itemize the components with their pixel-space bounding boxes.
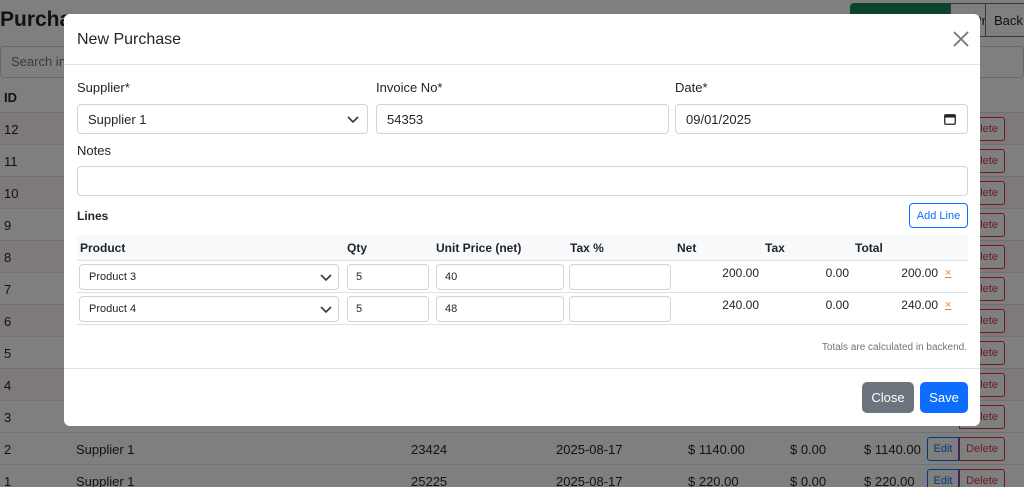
date-input-value: 09/01/2025 <box>686 112 752 127</box>
notes-input[interactable] <box>77 166 968 196</box>
unit-price-input[interactable]: 40 <box>436 264 564 290</box>
col-net: Net <box>677 241 697 255</box>
chevron-down-icon <box>320 306 332 314</box>
line-net: 200.00 <box>722 266 759 280</box>
supplier-select[interactable]: Supplier 1 <box>77 104 368 134</box>
line-tax: 0.00 <box>825 298 849 312</box>
line-tax: 0.00 <box>825 266 849 280</box>
remove-line-icon[interactable]: × <box>945 299 951 311</box>
notes-label: Notes <box>77 143 111 158</box>
invoice-input[interactable]: 54353 <box>376 104 669 134</box>
line-total: 200.00 <box>901 266 938 280</box>
col-total: Total <box>855 241 883 255</box>
product-select-value: Product 3 <box>89 271 137 283</box>
line-row: Product 4 5 48 240.00 0.00 240.00 × <box>77 293 968 325</box>
chevron-down-icon <box>320 274 332 282</box>
line-row: Product 3 5 40 200.00 0.00 200.00 × <box>77 261 968 293</box>
modal-title: New Purchase <box>77 31 182 48</box>
product-select-value: Product 4 <box>89 303 137 315</box>
line-net: 240.00 <box>722 298 759 312</box>
tax-pct-input[interactable] <box>569 296 671 322</box>
modal-footer: Close Save <box>64 368 980 426</box>
col-qty: Qty <box>347 241 368 255</box>
chevron-down-icon <box>347 116 359 124</box>
unit-price-input[interactable]: 48 <box>436 296 564 322</box>
lines-label: Lines <box>77 209 109 223</box>
close-button[interactable]: Close <box>862 382 914 413</box>
col-product: Product <box>80 241 126 255</box>
close-icon[interactable] <box>951 29 971 49</box>
col-unit-price: Unit Price (net) <box>436 241 522 255</box>
col-tax: Tax <box>765 241 785 255</box>
lines-table-header: Product Qty Unit Price (net) Tax % Net T… <box>77 235 968 261</box>
date-input[interactable]: 09/01/2025 <box>675 104 968 134</box>
invoice-input-value: 54353 <box>387 112 424 127</box>
totals-note: Totals are calculated in backend. <box>821 342 967 353</box>
save-button[interactable]: Save <box>920 382 968 413</box>
tax-pct-input[interactable] <box>569 264 671 290</box>
new-purchase-modal: New Purchase Supplier* Supplier 1 Invoic… <box>64 14 980 426</box>
col-tax-pct: Tax % <box>570 241 604 255</box>
qty-input[interactable]: 5 <box>347 296 429 322</box>
add-line-button[interactable]: Add Line <box>909 203 968 228</box>
line-total: 240.00 <box>901 298 938 312</box>
calendar-icon[interactable] <box>944 113 956 125</box>
invoice-label: Invoice No* <box>376 80 443 95</box>
date-label: Date* <box>675 80 708 95</box>
product-select[interactable]: Product 4 <box>79 296 339 322</box>
product-select[interactable]: Product 3 <box>79 264 339 290</box>
supplier-select-value: Supplier 1 <box>88 112 147 127</box>
remove-line-icon[interactable]: × <box>945 267 951 279</box>
supplier-label: Supplier* <box>77 80 130 95</box>
qty-input[interactable]: 5 <box>347 264 429 290</box>
modal-header: New Purchase <box>64 14 980 65</box>
